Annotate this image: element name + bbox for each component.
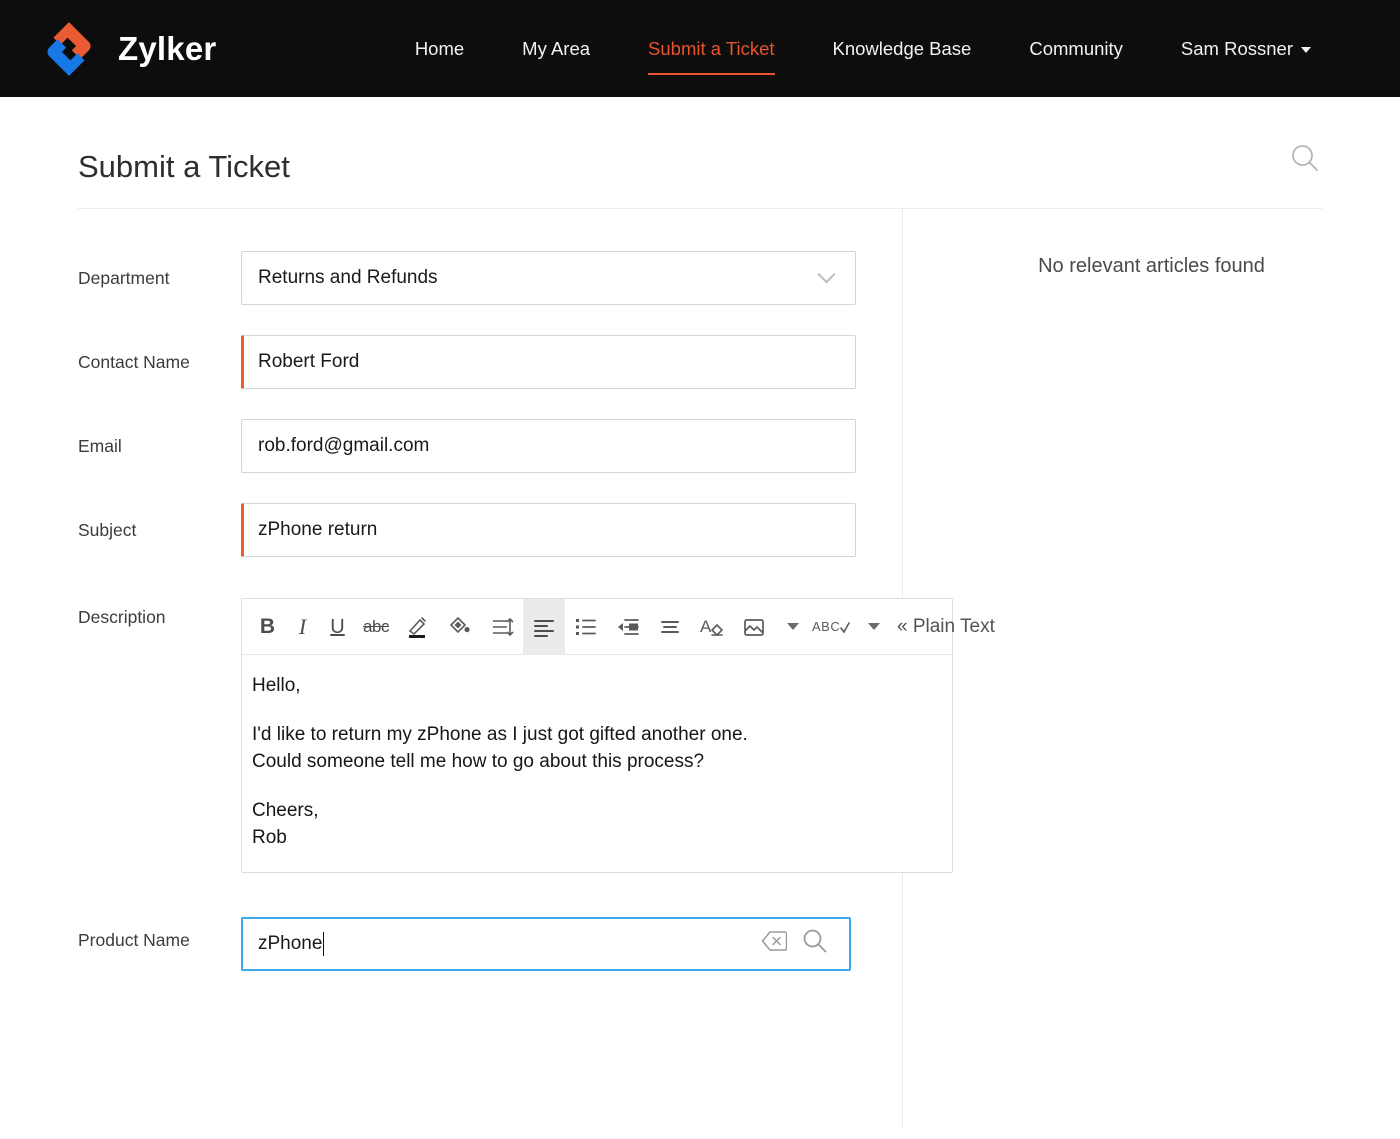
- main-nav: Home My Area Submit a Ticket Knowledge B…: [386, 32, 1340, 75]
- lookup-search-icon[interactable]: [801, 927, 829, 961]
- description-line-name: Rob: [252, 826, 287, 848]
- plain-text-toggle[interactable]: « Plain Text: [897, 616, 995, 638]
- nav-item-knowledge-base[interactable]: Knowledge Base: [833, 32, 972, 66]
- line-spacing-icon[interactable]: [481, 605, 523, 649]
- description-line-greeting: Hello,: [252, 675, 301, 696]
- nav-item-user-menu[interactable]: Sam Rossner: [1181, 32, 1311, 66]
- search-icon[interactable]: [1288, 141, 1322, 180]
- chevron-down-icon: [1301, 46, 1311, 53]
- page-title: Submit a Ticket: [78, 149, 290, 184]
- nav-item-submit-a-ticket[interactable]: Submit a Ticket: [648, 32, 775, 75]
- field-row-department: Department Returns and Refunds: [78, 251, 902, 305]
- page-body: Department Returns and Refunds Contact N…: [0, 209, 1400, 1129]
- ticket-form: Department Returns and Refunds Contact N…: [0, 209, 995, 1129]
- description-line-2: Could someone tell me how to go about th…: [252, 750, 705, 772]
- department-select[interactable]: Returns and Refunds: [241, 251, 856, 305]
- svg-text:A: A: [700, 617, 712, 636]
- description-blank-line: [252, 700, 932, 722]
- brand-name: Zylker: [118, 29, 217, 67]
- nav-item-home[interactable]: Home: [415, 32, 464, 66]
- product-name-input[interactable]: zPhone: [241, 916, 851, 971]
- align-justify-icon[interactable]: [649, 605, 691, 649]
- nav-item-my-area[interactable]: My Area: [522, 32, 590, 66]
- text-cursor: [323, 931, 325, 956]
- contact-name-value: Robert Ford: [258, 351, 360, 372]
- spellcheck-icon[interactable]: ABC: [810, 605, 856, 649]
- chevron-down-icon: [817, 264, 836, 283]
- bulleted-list-icon[interactable]: [565, 605, 607, 649]
- field-row-email: Email rob.ford@gmail.com: [78, 419, 902, 473]
- label-department: Department: [78, 268, 170, 288]
- label-subject: Subject: [78, 520, 137, 540]
- field-row-description: Description B I U abc A ABC « Plain Text…: [78, 598, 995, 873]
- product-name-value: zPhone: [258, 932, 323, 954]
- bold-icon[interactable]: B: [250, 605, 285, 649]
- svg-text:ABC: ABC: [812, 619, 840, 634]
- contact-name-input[interactable]: Robert Ford: [241, 335, 856, 389]
- subject-value: zPhone return: [258, 519, 378, 540]
- description-rich-text-editor: B I U abc A ABC « Plain Text Hello, I'd …: [241, 598, 995, 873]
- subject-input[interactable]: zPhone return: [241, 503, 856, 557]
- strikethrough-icon[interactable]: abc: [355, 605, 397, 649]
- field-row-product-name: Product Name zPhone: [78, 916, 902, 971]
- page-header: Submit a Ticket: [78, 97, 1322, 209]
- description-line-1: I'd like to return my zPhone as I just g…: [252, 723, 748, 745]
- italic-icon[interactable]: I: [285, 605, 320, 649]
- field-row-contact-name: Contact Name Robert Ford: [78, 335, 902, 389]
- background-color-icon[interactable]: [439, 605, 481, 649]
- user-name-label: Sam Rossner: [1180, 37, 1293, 59]
- font-color-icon[interactable]: [397, 605, 439, 649]
- label-contact-name: Contact Name: [78, 352, 190, 372]
- editor-toolbar: B I U abc A ABC « Plain Text: [242, 598, 995, 655]
- indent-icon[interactable]: [607, 605, 649, 649]
- spellcheck-caret-icon[interactable]: [856, 605, 891, 649]
- label-description: Description: [78, 607, 166, 627]
- no-articles-message: No relevant articles found: [1038, 255, 1265, 277]
- more-options-caret-icon[interactable]: [775, 605, 810, 649]
- label-product-name: Product Name: [78, 929, 190, 950]
- top-navigation-bar: Zylker Home My Area Submit a Ticket Know…: [0, 0, 1400, 97]
- description-line-signoff: Cheers,: [252, 799, 319, 821]
- label-email: Email: [78, 436, 122, 456]
- brand-logo[interactable]: Zylker: [38, 18, 216, 80]
- align-left-icon[interactable]: [523, 598, 565, 655]
- insert-image-icon[interactable]: [733, 605, 775, 649]
- clear-formatting-icon[interactable]: A: [691, 605, 733, 649]
- email-input[interactable]: rob.ford@gmail.com: [241, 419, 856, 473]
- product-name-actions: [761, 927, 833, 961]
- zylker-diamond-logo-icon: [38, 18, 100, 80]
- field-row-subject: Subject zPhone return: [78, 503, 902, 557]
- email-value: rob.ford@gmail.com: [258, 435, 430, 456]
- description-blank-line-2: [252, 776, 932, 798]
- clear-backspace-icon[interactable]: [761, 930, 788, 958]
- nav-item-community[interactable]: Community: [1029, 32, 1123, 66]
- related-articles-panel: No relevant articles found: [902, 209, 1400, 1129]
- underline-icon[interactable]: U: [320, 605, 355, 649]
- description-textarea[interactable]: Hello, I'd like to return my zPhone as I…: [242, 655, 952, 872]
- department-value: Returns and Refunds: [258, 267, 438, 288]
